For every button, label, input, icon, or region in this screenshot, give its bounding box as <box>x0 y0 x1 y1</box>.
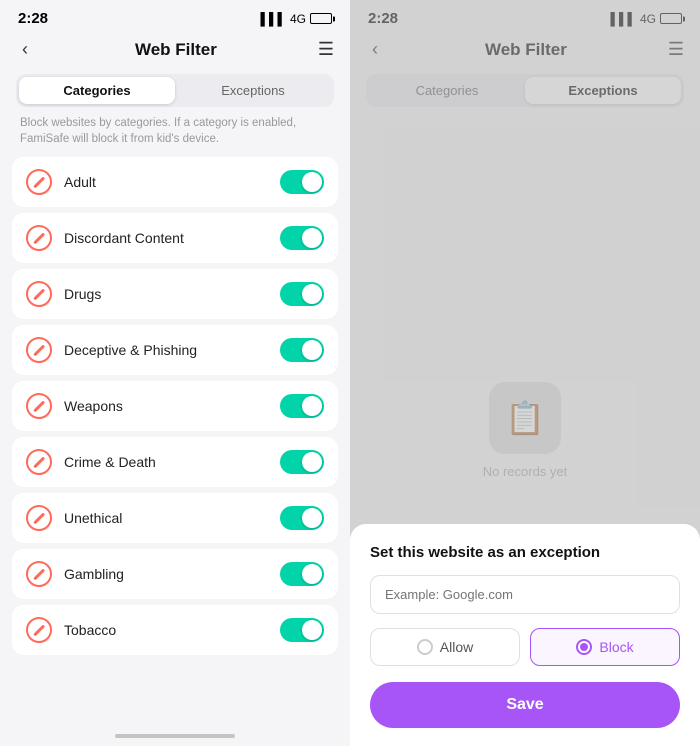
category-label: Crime & Death <box>64 454 280 470</box>
category-item: Weapons <box>12 381 338 431</box>
category-item: Deceptive & Phishing <box>12 325 338 375</box>
exception-type-radio-group: Allow Block <box>370 628 680 666</box>
modal-overlay: Set this website as an exception Allow B… <box>350 0 700 746</box>
category-toggle[interactable] <box>280 338 324 362</box>
save-button[interactable]: Save <box>370 682 680 728</box>
category-toggle[interactable] <box>280 170 324 194</box>
bottom-sheet: Set this website as an exception Allow B… <box>350 524 700 746</box>
left-menu-button[interactable]: ☰ <box>318 39 334 60</box>
network-type-label: 4G <box>290 12 306 26</box>
category-item: Discordant Content <box>12 213 338 263</box>
left-phone-panel: 2:28 ▌▌▌ 4G ‹ Web Filter ☰ Categories Ex… <box>0 0 350 746</box>
left-tab-categories[interactable]: Categories <box>19 77 175 104</box>
category-toggle[interactable] <box>280 506 324 530</box>
block-icon <box>26 225 52 251</box>
block-radio-dot <box>576 639 592 655</box>
left-tab-bar: Categories Exceptions <box>16 74 334 107</box>
category-toggle[interactable] <box>280 618 324 642</box>
block-label: Block <box>599 639 633 655</box>
website-input[interactable] <box>370 575 680 614</box>
category-label: Deceptive & Phishing <box>64 342 280 358</box>
category-item: Adult <box>12 157 338 207</box>
left-home-indicator <box>115 734 235 738</box>
category-label: Discordant Content <box>64 230 280 246</box>
category-item: Tobacco <box>12 605 338 655</box>
right-phone-panel: 2:28 ▌▌▌ 4G ‹ Web Filter ☰ Categories Ex… <box>350 0 700 746</box>
category-item: Gambling <box>12 549 338 599</box>
category-toggle[interactable] <box>280 282 324 306</box>
category-toggle[interactable] <box>280 394 324 418</box>
block-icon <box>26 505 52 531</box>
left-description: Block websites by categories. If a categ… <box>0 115 350 157</box>
block-icon <box>26 337 52 363</box>
left-page-title: Web Filter <box>135 40 217 60</box>
category-toggle[interactable] <box>280 450 324 474</box>
category-item: Drugs <box>12 269 338 319</box>
category-toggle[interactable] <box>280 562 324 586</box>
left-categories-list: Adult Discordant Content Drugs Deceptive & … <box>0 157 350 728</box>
category-label: Adult <box>64 174 280 190</box>
category-label: Weapons <box>64 398 280 414</box>
block-option[interactable]: Block <box>530 628 680 666</box>
block-icon <box>26 169 52 195</box>
block-icon <box>26 617 52 643</box>
left-nav-bar: ‹ Web Filter ☰ <box>0 31 350 70</box>
category-item: Crime & Death <box>12 437 338 487</box>
allow-option[interactable]: Allow <box>370 628 520 666</box>
left-status-icons: ▌▌▌ 4G <box>260 12 332 26</box>
bottom-sheet-title: Set this website as an exception <box>370 544 680 561</box>
allow-radio-dot <box>417 639 433 655</box>
block-icon <box>26 393 52 419</box>
category-label: Drugs <box>64 286 280 302</box>
block-icon <box>26 281 52 307</box>
category-toggle[interactable] <box>280 226 324 250</box>
signal-bars-icon: ▌▌▌ <box>260 12 286 26</box>
left-back-button[interactable]: ‹ <box>16 37 34 62</box>
category-item: Unethical <box>12 493 338 543</box>
category-label: Tobacco <box>64 622 280 638</box>
left-status-bar: 2:28 ▌▌▌ 4G <box>0 0 350 31</box>
category-label: Unethical <box>64 510 280 526</box>
category-label: Gambling <box>64 566 280 582</box>
block-icon <box>26 449 52 475</box>
left-status-time: 2:28 <box>18 10 48 27</box>
left-tab-exceptions[interactable]: Exceptions <box>175 77 331 104</box>
block-icon <box>26 561 52 587</box>
allow-label: Allow <box>440 639 473 655</box>
battery-icon <box>310 13 332 24</box>
